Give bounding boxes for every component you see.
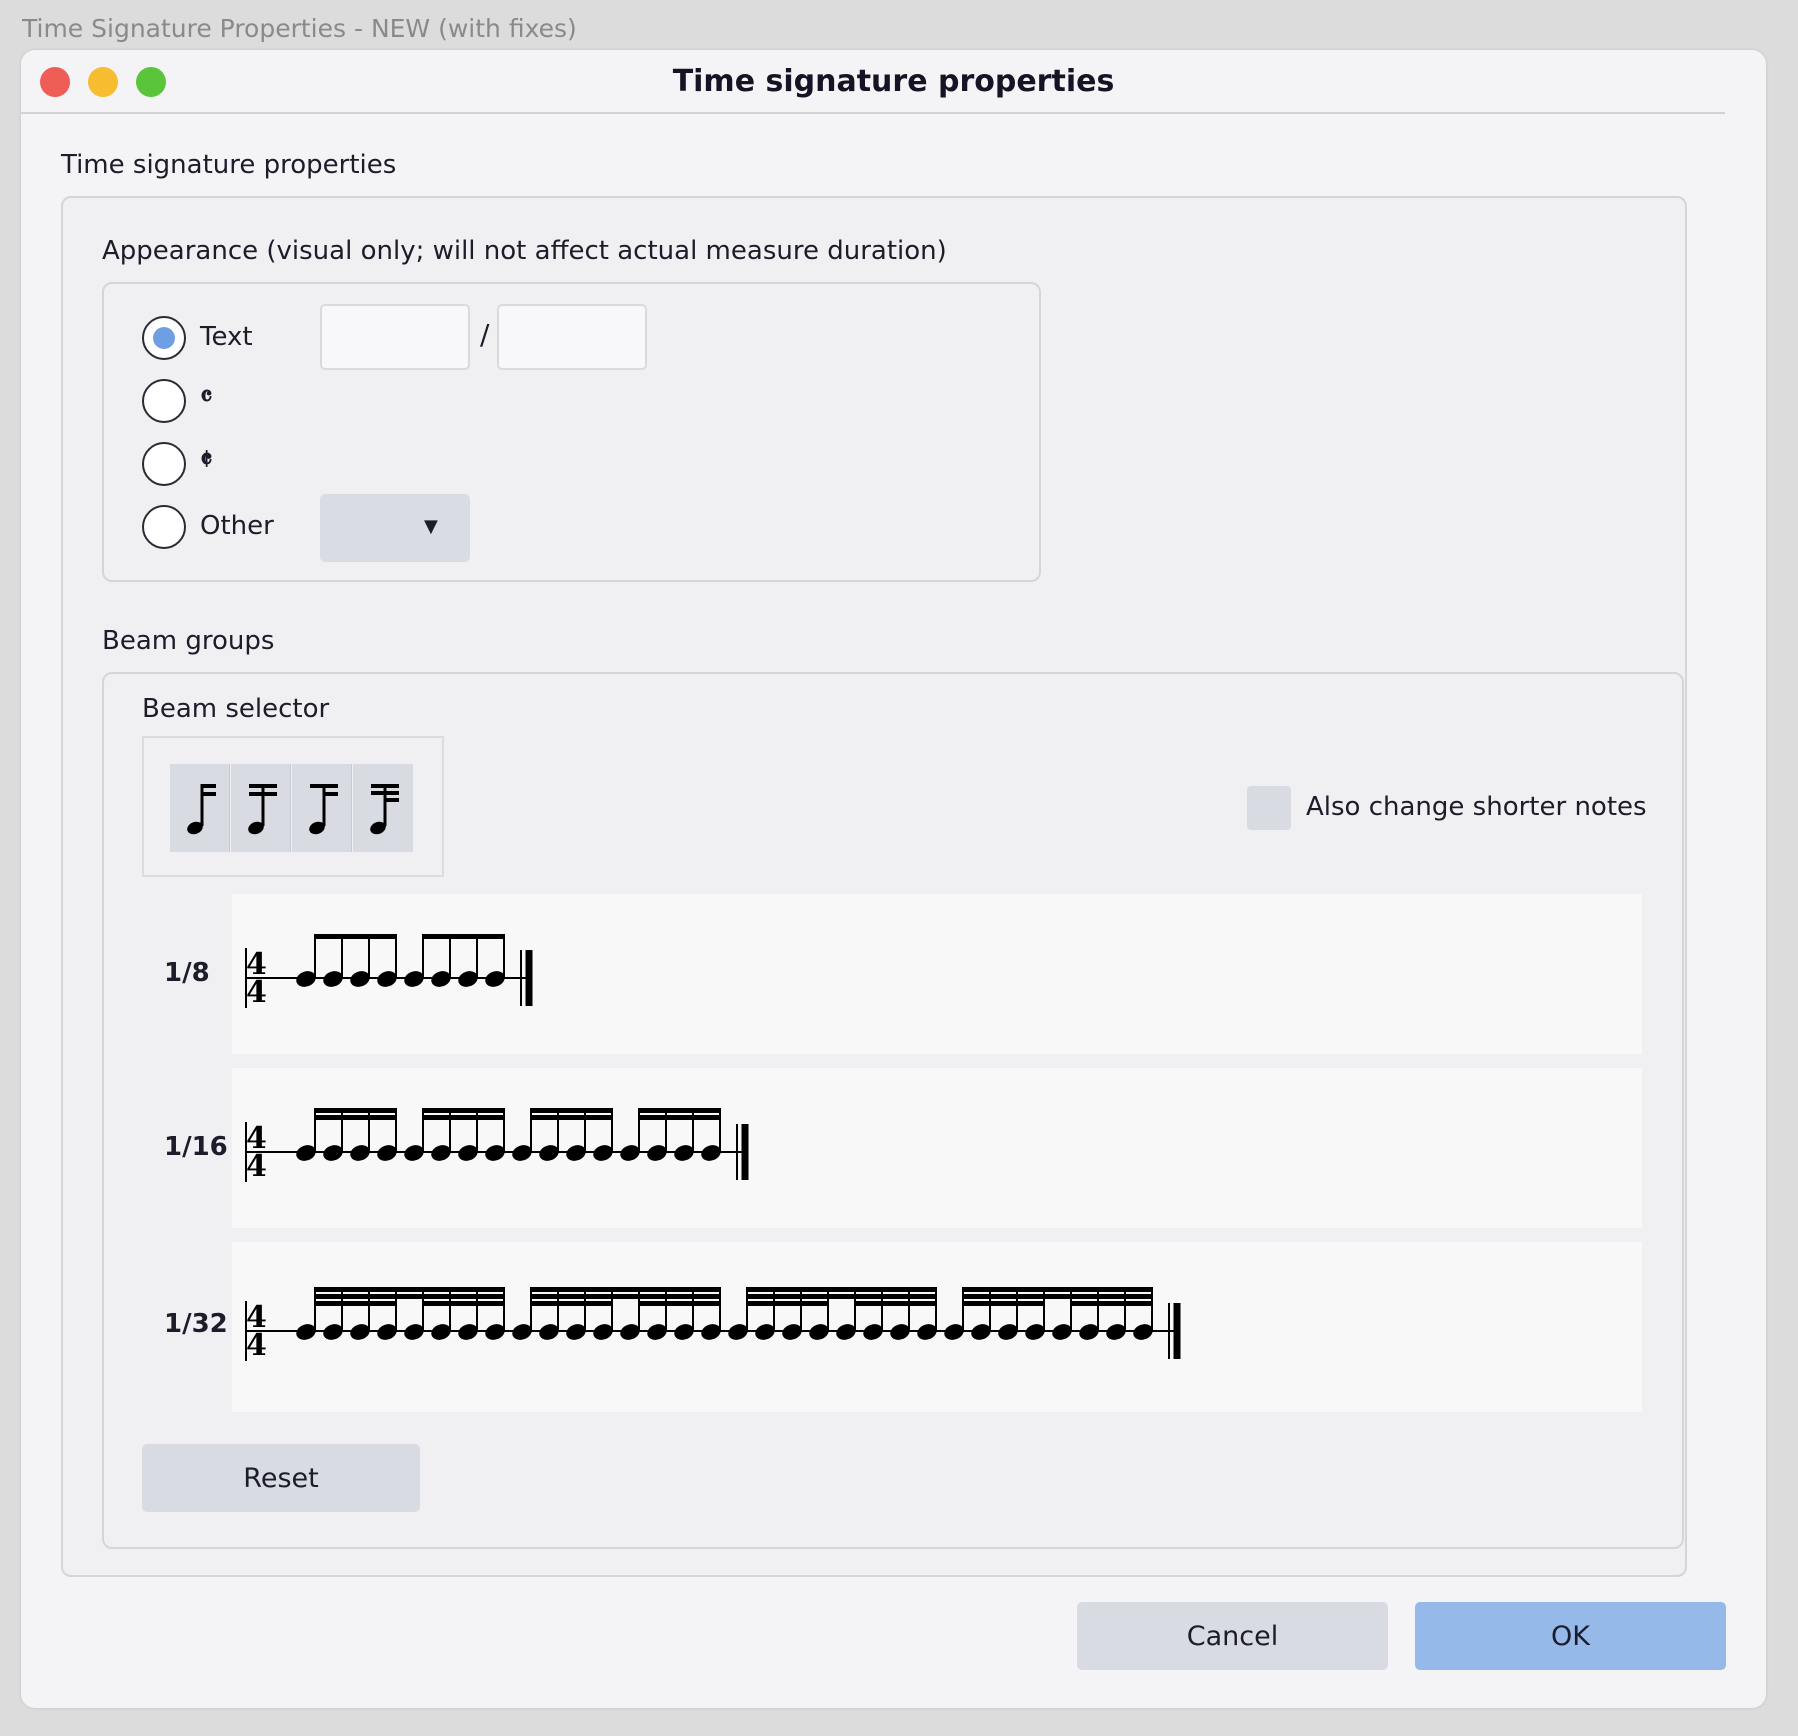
- chevron-down-icon: ▼: [424, 516, 438, 537]
- beam-primary: [962, 1287, 1153, 1292]
- beam: [530, 1115, 613, 1120]
- beam: [422, 1115, 505, 1120]
- beam-selector: [142, 736, 444, 877]
- appearance-label: Appearance (visual only; will not affect…: [102, 236, 947, 266]
- ok-button[interactable]: OK: [1415, 1602, 1726, 1670]
- beam: [314, 1301, 397, 1306]
- radio-cut-time[interactable]: [142, 442, 186, 486]
- radio-text[interactable]: [142, 316, 186, 360]
- time-sig-denominator: 4: [246, 1149, 267, 1184]
- reset-button[interactable]: Reset: [142, 1444, 420, 1512]
- beam: [746, 1301, 829, 1306]
- beam-groups-label: Beam groups: [102, 626, 275, 656]
- radio-other[interactable]: [142, 505, 186, 549]
- beam-continue-icon: [248, 784, 277, 835]
- also-change-shorter-checkbox[interactable]: [1247, 786, 1291, 830]
- beam-row-1-8[interactable]: 44: [232, 894, 1642, 1054]
- beam: [638, 1115, 721, 1120]
- beam: [962, 1301, 1045, 1306]
- radio-common-time[interactable]: [142, 379, 186, 423]
- row-label-1-16: 1/16: [164, 1132, 228, 1162]
- beam-primary: [314, 1287, 505, 1292]
- score-staff-1-8[interactable]: 44: [232, 894, 1642, 1054]
- dialog-window: Time signature properties Time signature…: [21, 50, 1766, 1708]
- beam-32nd-break-icon: [309, 784, 338, 835]
- row-label-1-32: 1/32: [164, 1309, 228, 1339]
- denominator-input[interactable]: [497, 304, 647, 370]
- beam: [314, 934, 397, 939]
- other-symbol-dropdown[interactable]: ▼: [320, 494, 470, 562]
- row-label-1-8: 1/8: [164, 958, 210, 988]
- beam: [638, 1108, 721, 1113]
- beam: [422, 1108, 505, 1113]
- beam-secondary: [746, 1294, 937, 1299]
- beam-64th-break-button[interactable]: [353, 764, 413, 852]
- beam-secondary: [962, 1294, 1153, 1299]
- beam-selector-label: Beam selector: [142, 694, 330, 724]
- beam: [314, 1115, 397, 1120]
- beam: [530, 1301, 613, 1306]
- time-sig-denominator: 4: [246, 975, 267, 1010]
- cancel-button[interactable]: Cancel: [1077, 1602, 1388, 1670]
- beam-primary: [530, 1287, 721, 1292]
- also-change-shorter-label: Also change shorter notes: [1306, 792, 1647, 822]
- beam: [638, 1301, 721, 1306]
- beam-32nd-break-button[interactable]: [292, 764, 352, 852]
- score-staff-1-16[interactable]: 44: [232, 1068, 1642, 1228]
- beam-continue-button[interactable]: [231, 764, 291, 852]
- beam-primary: [746, 1287, 937, 1292]
- window-title: Time signature properties: [672, 64, 1115, 99]
- beam: [422, 1301, 505, 1306]
- beam-break-button[interactable]: [170, 764, 230, 852]
- fraction-separator: /: [480, 318, 490, 351]
- beam-64th-break-icon: [370, 784, 399, 835]
- beam: [422, 934, 505, 939]
- beam: [854, 1301, 937, 1306]
- section-title: Time signature properties: [61, 150, 397, 180]
- cut-time-icon: 𝄵: [200, 443, 213, 476]
- beam-secondary: [530, 1294, 721, 1299]
- beam: [1070, 1301, 1153, 1306]
- beam-row-1-32[interactable]: 44: [232, 1242, 1642, 1412]
- time-sig-denominator: 4: [246, 1328, 267, 1363]
- numerator-input[interactable]: [320, 304, 470, 370]
- common-time-icon: 𝄴: [200, 380, 213, 413]
- beam: [314, 1108, 397, 1113]
- outer-window-title: Time Signature Properties - NEW (with fi…: [22, 14, 577, 43]
- beam: [530, 1108, 613, 1113]
- beam-row-1-16[interactable]: 44: [232, 1068, 1642, 1228]
- radio-other-label: Other: [200, 511, 274, 541]
- score-staff-1-32[interactable]: 44: [232, 1242, 1642, 1412]
- beam-secondary: [314, 1294, 505, 1299]
- appearance-group: Text 𝄴 𝄵 Other / ▼: [102, 282, 1041, 582]
- beam-break-icon: [187, 784, 216, 835]
- radio-text-label: Text: [200, 322, 253, 352]
